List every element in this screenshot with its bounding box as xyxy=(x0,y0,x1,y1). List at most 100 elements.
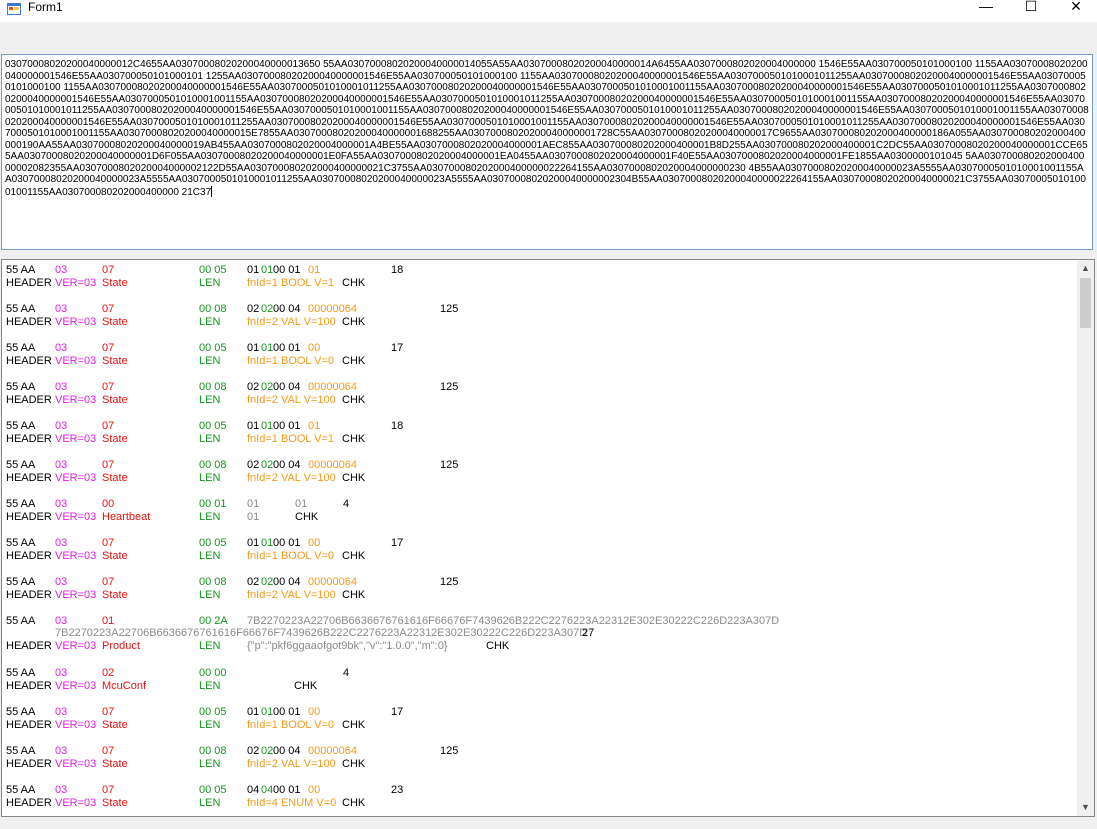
version-caption: VER=03 xyxy=(55,640,97,652)
header-caption: HEADER xyxy=(6,511,52,523)
frame-number: 4 xyxy=(343,498,350,510)
data-fnid-byte: 01 xyxy=(247,537,260,549)
command-byte: 07 xyxy=(102,537,115,549)
data-caption: fnId=2 VAL V=100 xyxy=(247,589,336,601)
data-type-byte: 02 xyxy=(261,381,274,393)
header-caption: HEADER xyxy=(6,589,52,601)
version-caption: VER=03 xyxy=(55,758,97,770)
version-byte: 03 xyxy=(55,303,68,315)
length-bytes: 00 05 xyxy=(199,264,227,276)
log-entry: 55 AA 03 00 00 01 01 01 4 HEADER VER=03 Heartbeat… xyxy=(2,494,1077,524)
length-caption: LEN xyxy=(199,797,221,809)
version-caption: VER=03 xyxy=(55,316,97,328)
data-length-bytes: 00 04 xyxy=(273,576,301,588)
length-caption: LEN xyxy=(199,550,221,562)
command-caption: State xyxy=(102,316,128,328)
command-caption: State xyxy=(102,355,128,367)
header-caption: HEADER xyxy=(6,355,52,367)
data-fnid-byte: 04 xyxy=(247,784,260,796)
command-byte: 07 xyxy=(102,303,115,315)
scroll-down-arrow-icon[interactable]: ▼ xyxy=(1077,799,1094,816)
checksum-caption: CHK xyxy=(342,277,366,289)
scroll-up-arrow-icon[interactable]: ▲ xyxy=(1077,260,1094,277)
version-caption: VER=03 xyxy=(55,550,97,562)
data-caption: {"p":"pkf6ggaaofgot9bk","v":"1.0.0","m":… xyxy=(247,640,448,652)
length-caption: LEN xyxy=(199,394,221,406)
close-button[interactable]: ✕ xyxy=(1053,0,1097,14)
frame-number: 18 xyxy=(391,264,404,276)
data-value-bytes: 00000064 xyxy=(308,576,357,588)
version-byte: 03 xyxy=(55,706,68,718)
data-caption: fnId=1 BOOL V=0 xyxy=(247,550,335,562)
data-caption: fnId=4 ENUM V=0 xyxy=(247,797,337,809)
data-fnid-byte: 02 xyxy=(247,745,260,757)
command-caption: State xyxy=(102,433,128,445)
frame-number: 27 xyxy=(582,627,595,639)
data-value-bytes: 01 xyxy=(308,264,321,276)
header-caption: HEADER xyxy=(6,277,52,289)
minimize-button[interactable]: — xyxy=(963,0,1009,14)
log-entry: 55 AA 03 07 00 05 01 01 00 01 00 17 HEADER VER=… xyxy=(2,533,1077,563)
checksum-caption: CHK xyxy=(342,433,366,445)
frame-number: 125 xyxy=(440,303,459,315)
maximize-button[interactable]: ☐ xyxy=(1008,0,1054,14)
log-entry: 55 AA 03 07 00 05 01 01 00 01 01 18 HEADER VER=… xyxy=(2,260,1077,290)
text-caret xyxy=(211,185,213,197)
header-caption: HEADER xyxy=(6,472,52,484)
header-bytes: 55 AA xyxy=(6,576,36,588)
header-caption: HEADER xyxy=(6,680,52,692)
checksum-caption: CHK xyxy=(342,355,366,367)
length-caption: LEN xyxy=(199,433,221,445)
data-length-bytes: 00 04 xyxy=(273,745,301,757)
header-bytes: 55 AA xyxy=(6,706,36,718)
data-length-bytes: 00 01 xyxy=(273,537,301,549)
length-bytes: 00 05 xyxy=(199,706,227,718)
version-caption: VER=03 xyxy=(55,277,97,289)
command-caption: State xyxy=(102,394,128,406)
log-entry: 55 AA 03 07 00 08 02 02 00 04 00000064 125 HEA… xyxy=(2,741,1077,771)
data-fnid-byte: 01 xyxy=(247,706,260,718)
vertical-scrollbar[interactable]: ▲ ▼ xyxy=(1077,260,1094,816)
data-caption: fnId=1 BOOL V=1 xyxy=(247,277,335,289)
command-byte: 07 xyxy=(102,784,115,796)
length-bytes: 00 05 xyxy=(199,784,227,796)
data-bytes: 01 xyxy=(247,498,260,510)
frame-number: 17 xyxy=(391,537,404,549)
data-caption: fnId=2 VAL V=100 xyxy=(247,758,336,770)
header-bytes: 55 AA xyxy=(6,537,36,549)
command-caption: State xyxy=(102,277,128,289)
header-bytes: 55 AA xyxy=(6,667,36,679)
data-length-bytes: 00 01 xyxy=(273,420,301,432)
header-bytes: 55 AA xyxy=(6,498,36,510)
header-bytes: 55 AA xyxy=(6,381,36,393)
command-caption: State xyxy=(102,550,128,562)
app-icon xyxy=(7,3,21,15)
frame-number: 17 xyxy=(391,342,404,354)
data-fnid-byte: 02 xyxy=(247,303,260,315)
hex-input-textbox[interactable]: 03070008020200040000012C4655AA0307000802… xyxy=(1,54,1093,250)
header-bytes: 55 AA xyxy=(6,420,36,432)
data-caption: fnId=1 BOOL V=1 xyxy=(247,433,335,445)
header-bytes: 55 AA xyxy=(6,615,36,627)
length-caption: LEN xyxy=(199,680,221,692)
data-length-bytes: 00 04 xyxy=(273,459,301,471)
checksum-caption: CHK xyxy=(342,316,366,328)
command-caption: McuConf xyxy=(102,680,147,692)
data-caption: fnId=2 VAL V=100 xyxy=(247,472,336,484)
decoded-log-textbox[interactable]: 55 AA 03 07 00 05 01 01 00 01 01 18 HEADER VER=… xyxy=(1,259,1095,817)
checksum-caption: CHK xyxy=(342,550,366,562)
length-caption: LEN xyxy=(199,355,221,367)
data-value-bytes: 00000064 xyxy=(308,303,357,315)
scroll-thumb[interactable] xyxy=(1080,278,1091,328)
version-caption: VER=03 xyxy=(55,355,97,367)
length-bytes: 00 01 xyxy=(199,498,227,510)
frame-number: 18 xyxy=(391,420,404,432)
data-fnid-byte: 01 xyxy=(247,420,260,432)
command-caption: State xyxy=(102,719,128,731)
version-caption: VER=03 xyxy=(55,797,97,809)
command-caption: State xyxy=(102,589,128,601)
data-value-bytes: 00000064 xyxy=(308,381,357,393)
version-byte: 03 xyxy=(55,381,68,393)
header-caption: HEADER xyxy=(6,758,52,770)
header-bytes: 55 AA xyxy=(6,342,36,354)
